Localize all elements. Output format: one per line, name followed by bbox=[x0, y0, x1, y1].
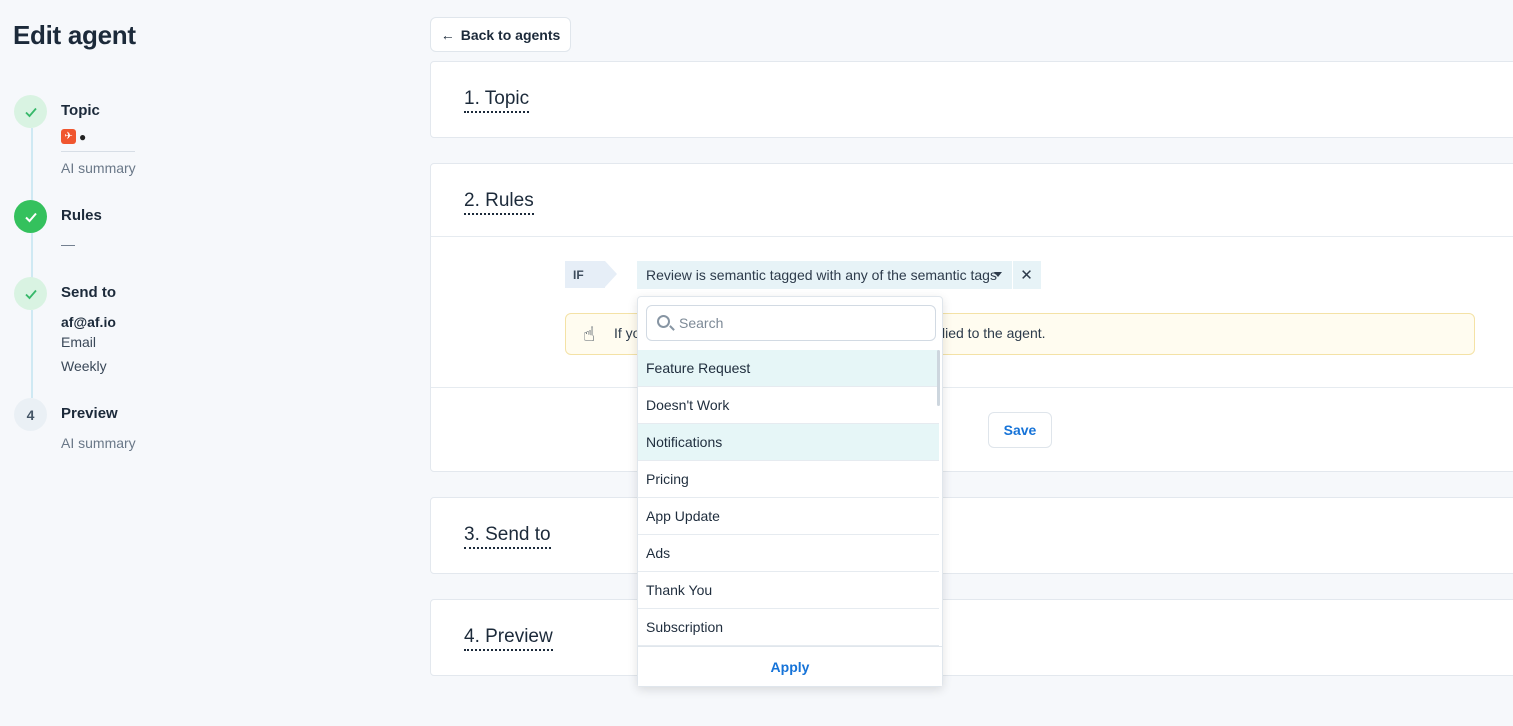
section-topic[interactable]: 1. Topic bbox=[430, 61, 1513, 138]
back-to-agents-button[interactable]: ← Back to agents bbox=[430, 17, 571, 52]
scrollbar[interactable] bbox=[937, 350, 940, 406]
section-send-to[interactable]: 3. Send to bbox=[430, 497, 1513, 574]
pointing-hand-icon: ☝ bbox=[583, 324, 596, 346]
back-label: Back to agents bbox=[460, 26, 561, 43]
section-rules: 2. Rules IF Review is semantic tagged wi… bbox=[430, 163, 1513, 472]
step-title: Topic bbox=[61, 102, 100, 119]
list-item[interactable]: Pricing bbox=[638, 461, 939, 498]
stepper-line bbox=[31, 232, 33, 278]
tags-list: Feature Request Doesn't Work Notificatio… bbox=[638, 350, 939, 646]
divider bbox=[431, 387, 1513, 388]
section-title: 1. Topic bbox=[464, 88, 530, 113]
condition-text: Review is semantic tagged with any of th… bbox=[646, 267, 997, 283]
page-title: Edit agent bbox=[13, 20, 136, 50]
check-icon bbox=[14, 200, 47, 233]
search-field[interactable] bbox=[646, 305, 936, 341]
step-subtitle: AI summary bbox=[61, 160, 136, 176]
list-item[interactable]: Subscription bbox=[638, 609, 939, 646]
section-title: 4. Preview bbox=[464, 626, 553, 651]
stepper-line bbox=[31, 128, 33, 205]
step-frequency: Weekly bbox=[61, 358, 107, 374]
condition-selector[interactable]: Review is semantic tagged with any of th… bbox=[637, 261, 1041, 289]
list-item[interactable]: App Update bbox=[638, 498, 939, 535]
apply-button[interactable]: Apply bbox=[638, 646, 942, 686]
list-item[interactable]: Feature Request bbox=[638, 350, 939, 387]
step-title: Send to bbox=[61, 284, 116, 301]
close-icon[interactable]: ✕ bbox=[1012, 261, 1040, 289]
app-logo-icon: ✈ bbox=[61, 129, 76, 144]
app-icons: ✈ ● bbox=[61, 129, 86, 144]
step-title: Preview bbox=[61, 405, 118, 422]
list-item[interactable]: Ads bbox=[638, 535, 939, 572]
step-subtitle: — bbox=[61, 236, 75, 252]
divider bbox=[431, 236, 1513, 237]
check-icon bbox=[14, 95, 47, 128]
list-item[interactable]: Doesn't Work bbox=[638, 387, 939, 424]
section-title: 2. Rules bbox=[464, 190, 534, 215]
save-button[interactable]: Save bbox=[988, 412, 1052, 448]
info-text: lied to the agent. bbox=[942, 325, 1046, 341]
search-icon bbox=[657, 315, 670, 328]
step-number: 4 bbox=[14, 398, 47, 431]
list-item[interactable]: Thank You bbox=[638, 572, 939, 609]
step-email: af@af.io bbox=[61, 314, 116, 330]
section-title: 3. Send to bbox=[464, 524, 551, 549]
step-channel: Email bbox=[61, 334, 97, 350]
divider bbox=[61, 151, 135, 152]
step-title: Rules bbox=[61, 207, 102, 224]
section-preview[interactable]: 4. Preview bbox=[430, 599, 1513, 676]
check-icon bbox=[14, 277, 47, 310]
search-input[interactable] bbox=[679, 306, 929, 340]
apple-icon: ● bbox=[79, 129, 87, 144]
if-tag: IF bbox=[565, 261, 617, 288]
arrow-left-icon: ← bbox=[440, 26, 455, 43]
stepper-line bbox=[31, 310, 33, 398]
caret-down-icon[interactable] bbox=[994, 272, 1002, 277]
step-subtitle: AI summary bbox=[61, 435, 136, 451]
tags-dropdown: Feature Request Doesn't Work Notificatio… bbox=[637, 296, 943, 687]
list-item[interactable]: Notifications bbox=[638, 424, 939, 461]
